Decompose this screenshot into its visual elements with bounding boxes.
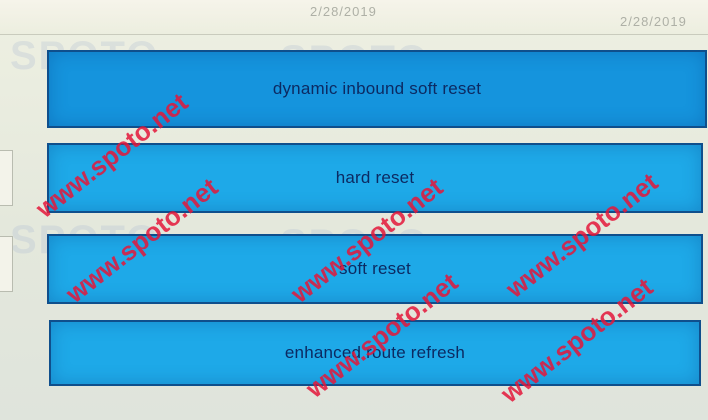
left-panel-edge [0,150,13,206]
answer-option-4[interactable]: enhanced route refresh [49,320,701,386]
answer-option-2[interactable]: hard reset [47,143,703,213]
left-panel-edge [0,236,13,292]
answer-option-label: dynamic inbound soft reset [272,79,482,98]
answer-option-1[interactable]: dynamic inbound soft reset [47,50,707,128]
answer-option-label: soft reset [339,259,411,278]
top-strip: 2/28/2019 2/28/2019 [0,0,708,35]
date-label: 2/28/2019 [310,4,377,19]
answer-option-label: enhanced route refresh [284,343,466,362]
answer-option-3[interactable]: soft reset [47,234,703,304]
date-label-right: 2/28/2019 [620,14,687,29]
answer-option-label: hard reset [335,168,415,187]
